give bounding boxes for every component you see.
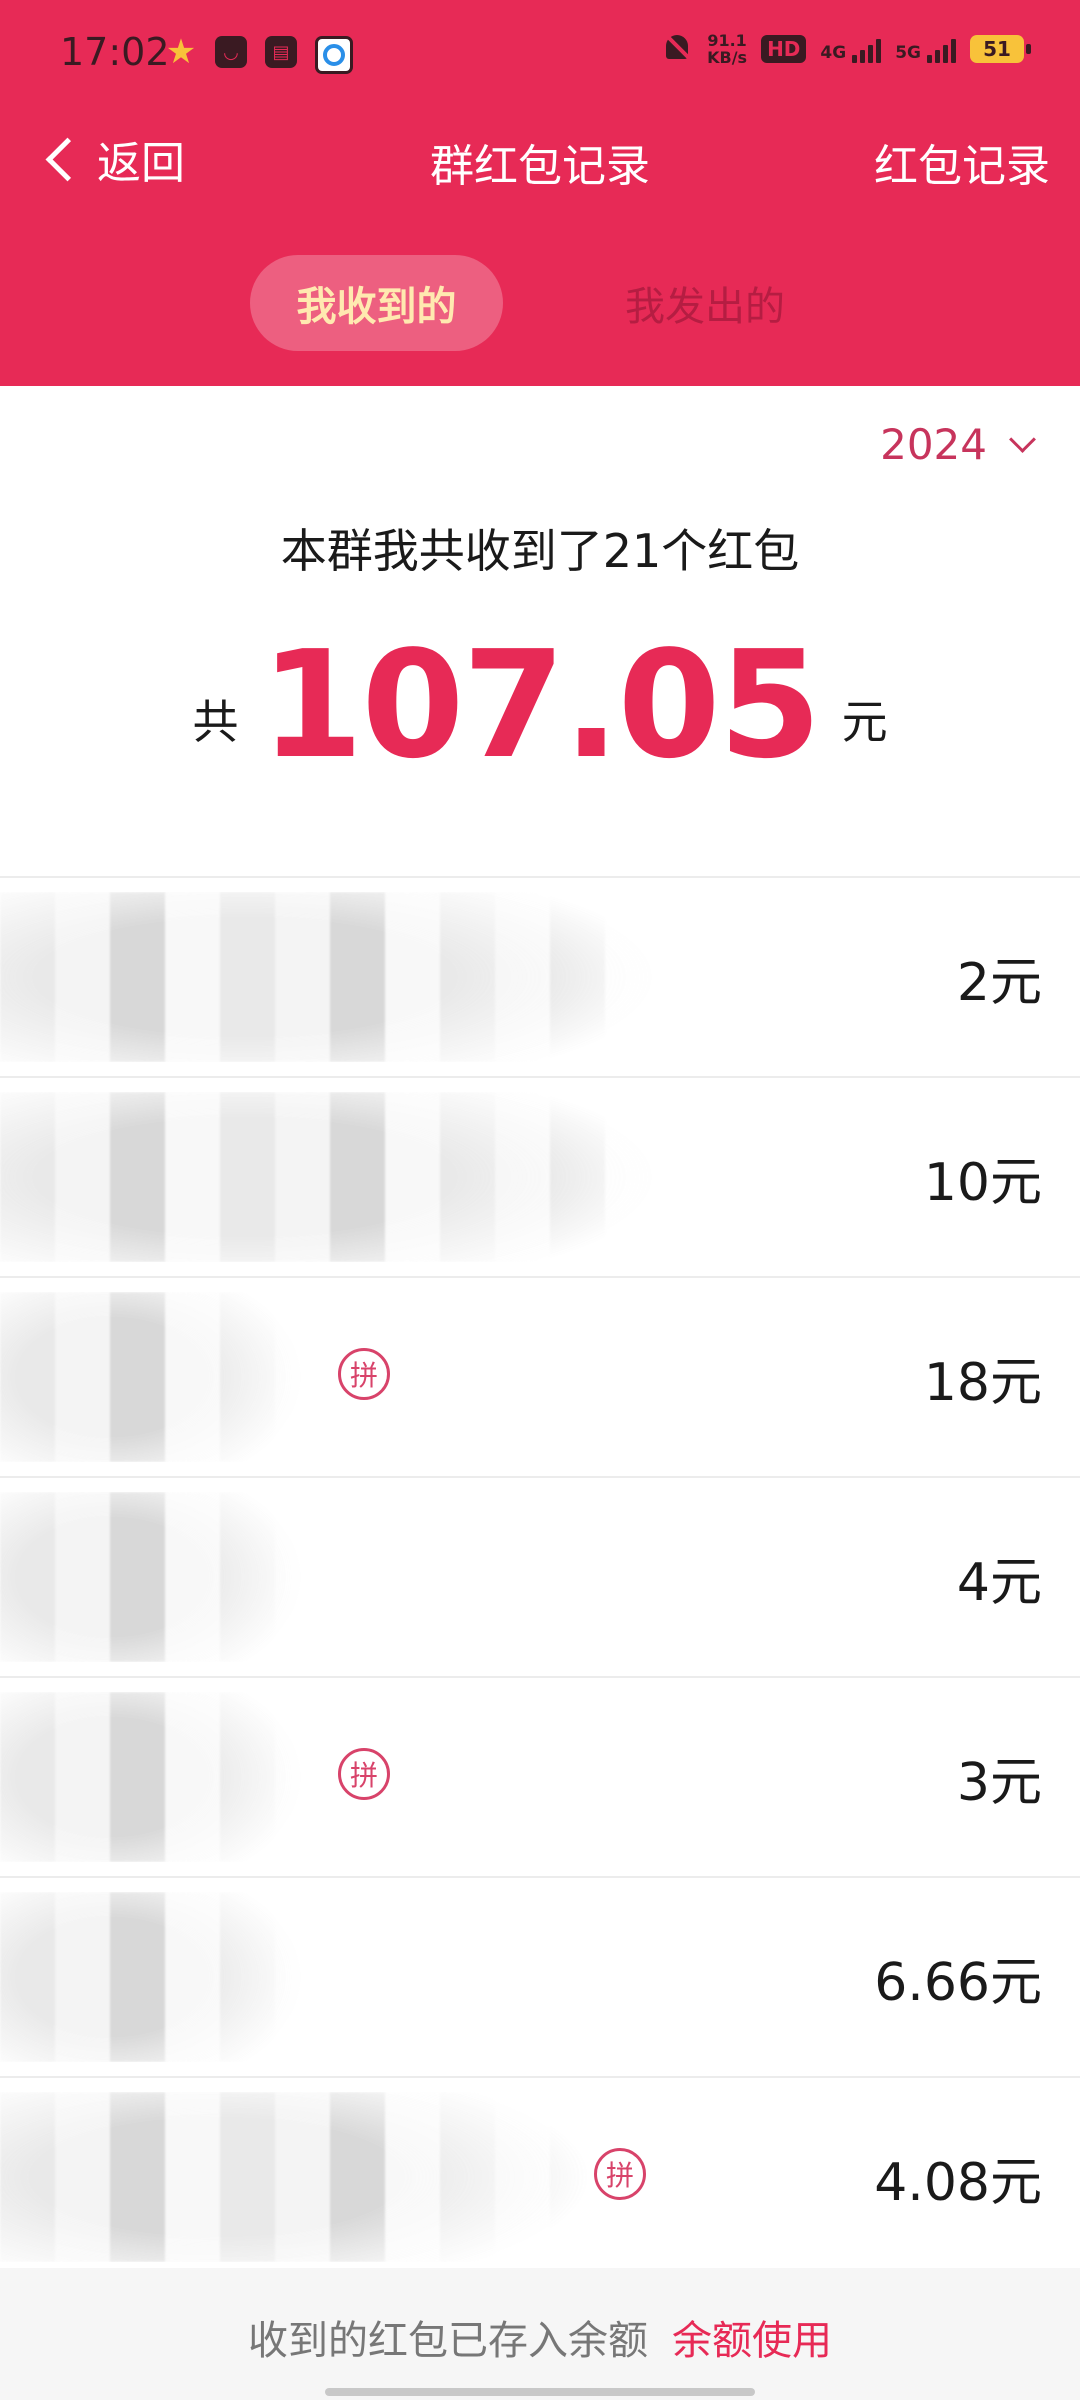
list-item[interactable]: 拼 18元 xyxy=(0,1276,1080,1476)
tab-sent[interactable]: 我发出的 xyxy=(585,255,825,351)
signal-bars-icon xyxy=(852,35,882,63)
item-amount: 4元 xyxy=(956,1553,1042,1613)
balance-note: 收到的红包已存入余额 xyxy=(248,2318,648,2364)
net-speed: 91.1 KB/s xyxy=(707,32,747,66)
mute-bell-icon xyxy=(663,32,693,66)
item-amount: 3元 xyxy=(956,1753,1042,1813)
tab-received[interactable]: 我收到的 xyxy=(250,255,503,351)
item-amount: 2元 xyxy=(956,953,1042,1013)
list-item[interactable]: 拼 4.08元 xyxy=(0,2076,1080,2276)
home-indicator[interactable] xyxy=(325,2388,755,2396)
footer-text: 收到的红包已存入余额 余额使用 xyxy=(0,2308,1080,2366)
signal-bars-icon xyxy=(927,35,956,63)
status-time: 17:02 xyxy=(60,30,170,74)
blurred-sender-info xyxy=(0,1292,320,1462)
browser-icon xyxy=(315,36,353,74)
network-label-2: 5G xyxy=(895,43,921,63)
list-item[interactable]: 4元 xyxy=(0,1476,1080,1676)
card-icon: ▤ xyxy=(265,36,297,68)
blurred-sender-info xyxy=(0,892,700,1062)
total-prefix: 共 xyxy=(192,695,239,749)
battery-level: 51 xyxy=(983,37,1011,61)
notification-icons: ★ ◡ ▤ xyxy=(165,32,353,74)
hd-badge: HD xyxy=(761,35,807,63)
summary-text: 本群我共收到了21个红包 xyxy=(280,524,800,578)
total-amount: 107.05 xyxy=(260,619,821,791)
nav-bar: 返回 群红包记录 红包记录 xyxy=(0,110,1080,210)
list-item[interactable]: 10元 xyxy=(0,1076,1080,1276)
pin-badge-icon: 拼 xyxy=(594,2148,646,2200)
item-amount: 18元 xyxy=(923,1353,1042,1413)
signal-5g: 5G xyxy=(895,35,956,63)
blurred-sender-info xyxy=(0,1692,320,1862)
record-list: 2元 10元 拼 18元 4元 拼 3元 6.66元 拼 4.08元 xyxy=(0,876,1080,2276)
chevron-down-icon xyxy=(1009,426,1036,453)
header: 17:02 ★ ◡ ▤ 91.1 KB/s HD 4G 5G 51 返回 群红包… xyxy=(0,0,1080,386)
year-value: 2024 xyxy=(880,420,987,469)
year-dropdown[interactable]: 2024 xyxy=(880,420,1036,469)
item-amount: 4.08元 xyxy=(874,2153,1042,2213)
list-item[interactable]: 2元 xyxy=(0,876,1080,1076)
blurred-sender-info xyxy=(0,1492,320,1662)
blurred-sender-info xyxy=(0,1892,320,2062)
red-packet-records-button[interactable]: 红包记录 xyxy=(874,130,1050,194)
net-speed-unit: KB/s xyxy=(707,48,748,67)
pin-badge-icon: 拼 xyxy=(338,1348,390,1400)
list-item[interactable]: 6.66元 xyxy=(0,1876,1080,2076)
network-label-1: 4G xyxy=(820,43,847,63)
total-unit: 元 xyxy=(841,695,888,749)
blurred-sender-info xyxy=(0,1092,700,1262)
item-amount: 6.66元 xyxy=(874,1953,1042,2013)
tab-bar: 我收到的 我发出的 xyxy=(0,255,1080,351)
balance-usage-link[interactable]: 余额使用 xyxy=(672,2318,832,2364)
pin-badge-icon: 拼 xyxy=(338,1748,390,1800)
list-item[interactable]: 拼 3元 xyxy=(0,1676,1080,1876)
footer: 收到的红包已存入余额 余额使用 xyxy=(0,2268,1080,2400)
item-amount: 10元 xyxy=(923,1153,1042,1213)
status-bar: 17:02 ★ ◡ ▤ 91.1 KB/s HD 4G 5G 51 xyxy=(0,0,1080,110)
total-amount-row: 共 107.05 元 xyxy=(0,620,1080,780)
blurred-sender-info xyxy=(0,2092,620,2262)
star-icon: ★ xyxy=(165,32,197,72)
mail-icon: ◡ xyxy=(215,36,247,68)
battery-icon: 51 xyxy=(970,35,1031,63)
signal-4g: 4G xyxy=(820,35,882,63)
system-indicators: 91.1 KB/s HD 4G 5G 51 xyxy=(663,32,1031,66)
